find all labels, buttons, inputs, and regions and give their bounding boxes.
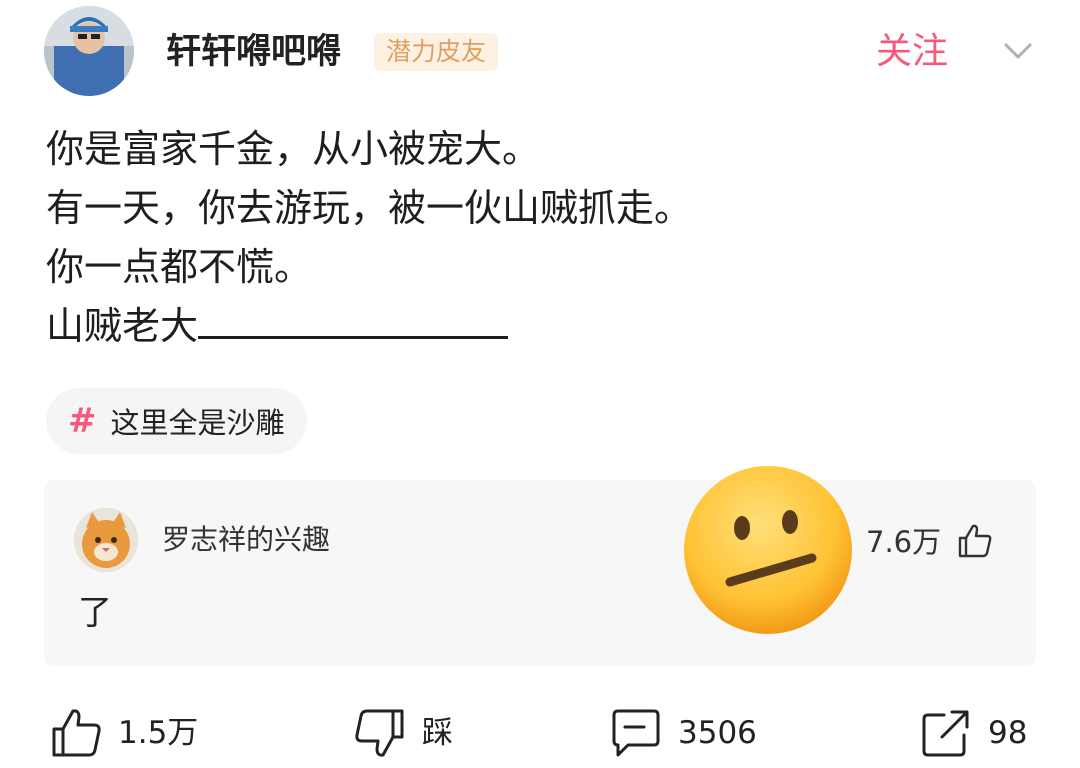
thumbs-down-icon (355, 709, 404, 757)
follow-button[interactable]: 关注 (876, 30, 948, 74)
comment-action[interactable]: 3506 (608, 700, 757, 766)
comment-like-count: 7.6万 (866, 525, 942, 559)
post-line-with-blank: 山贼老大 (46, 297, 1046, 356)
fill-in-blank (198, 301, 509, 339)
post-line: 你是富家千金，从小被宠大。 (46, 127, 541, 171)
author-avatar[interactable] (44, 6, 134, 96)
commenter-avatar[interactable] (74, 508, 138, 572)
hashtag-icon: # (68, 401, 97, 441)
neutral-face-emoji (684, 466, 852, 634)
post-line: 有一天，你去游玩，被一伙山贼抓走。 (46, 186, 693, 230)
topic-label: 这里全是沙雕 (110, 406, 285, 440)
topic-tag[interactable]: # 这里全是沙雕 (46, 388, 307, 454)
author-name[interactable]: 轩轩嘚吧嘚 (166, 30, 341, 74)
like-count: 1.5万 (118, 715, 199, 751)
comment-count: 3506 (678, 715, 757, 751)
like-action[interactable]: 1.5万 (48, 700, 198, 766)
commenter-name[interactable]: 罗志祥的兴趣 (162, 522, 330, 558)
thumbs-up-icon (52, 709, 101, 757)
share-count: 98 (988, 715, 1028, 751)
share-icon (922, 710, 969, 757)
dislike-action[interactable]: 踩 (352, 700, 453, 766)
thumbs-up-icon[interactable] (956, 522, 994, 560)
post-line: 你一点都不慌。 (46, 245, 313, 289)
chevron-down-icon[interactable] (1000, 36, 1036, 66)
post-content: 你是富家千金，从小被宠大。 有一天，你去游玩，被一伙山贼抓走。 你一点都不慌。 … (46, 120, 1046, 356)
share-action[interactable]: 98 (918, 700, 1027, 766)
comment-text: 了 (78, 593, 112, 633)
comment-icon (612, 709, 660, 757)
post-header: 轩轩嘚吧嘚 潜力皮友 关注 (0, 0, 1080, 100)
author-badge: 潜力皮友 (374, 33, 499, 71)
post-line-text: 山贼老大 (46, 304, 199, 348)
top-comment-card[interactable]: 罗志祥的兴趣 了 7.6万 (44, 480, 1036, 666)
dislike-label: 踩 (422, 715, 453, 751)
